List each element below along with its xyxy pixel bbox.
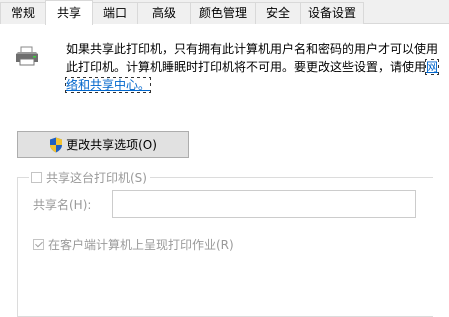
tab-label: 颜色管理 — [198, 6, 247, 20]
tab-label: 高级 — [151, 6, 176, 20]
change-sharing-options-button[interactable]: 更改共享选项(O) — [17, 131, 189, 158]
share-printer-checkbox[interactable] — [31, 171, 42, 183]
tab-advanced[interactable]: 高级 — [137, 2, 191, 24]
render-on-client-label: 在客户端计算机上呈现打印作业(R) — [48, 238, 234, 252]
tab-label: 端口 — [102, 6, 127, 20]
render-on-client-checkbox[interactable] — [33, 239, 44, 250]
uac-shield-icon — [50, 137, 63, 152]
share-name-label: 共享名(H): — [33, 198, 92, 212]
tab-general[interactable]: 常规 — [0, 2, 46, 24]
tab-ports[interactable]: 端口 — [92, 2, 138, 24]
share-printer-checkbox-row[interactable]: 共享这台打印机(S) — [29, 169, 150, 185]
tab-label: 安全 — [265, 6, 290, 20]
render-on-client-row[interactable]: 在客户端计算机上呈现打印作业(R) — [33, 236, 234, 253]
tab-label: 共享 — [56, 6, 81, 20]
tab-color-management[interactable]: 颜色管理 — [190, 2, 256, 24]
tab-security[interactable]: 安全 — [255, 2, 301, 24]
description-text: 如果共享此打印机，只有拥有此计算机用户名和密码的用户才可以使用此打印机。计算机睡… — [66, 42, 439, 74]
tab-label: 设备设置 — [307, 6, 356, 20]
button-label: 更改共享选项(O) — [66, 138, 157, 152]
tab-bar: 常规 共享 端口 高级 颜色管理 安全 设备设置 — [0, 0, 449, 25]
printer-icon — [16, 46, 38, 66]
tab-device-settings[interactable]: 设备设置 — [300, 2, 364, 24]
sharing-description: 如果共享此打印机，只有拥有此计算机用户名和密码的用户才可以使用此打印机。计算机睡… — [64, 40, 442, 94]
tab-label: 常规 — [10, 6, 35, 20]
share-name-input[interactable] — [112, 190, 416, 218]
share-printer-label: 共享这台打印机(S) — [46, 170, 147, 185]
tab-sharing[interactable]: 共享 — [45, 0, 93, 25]
